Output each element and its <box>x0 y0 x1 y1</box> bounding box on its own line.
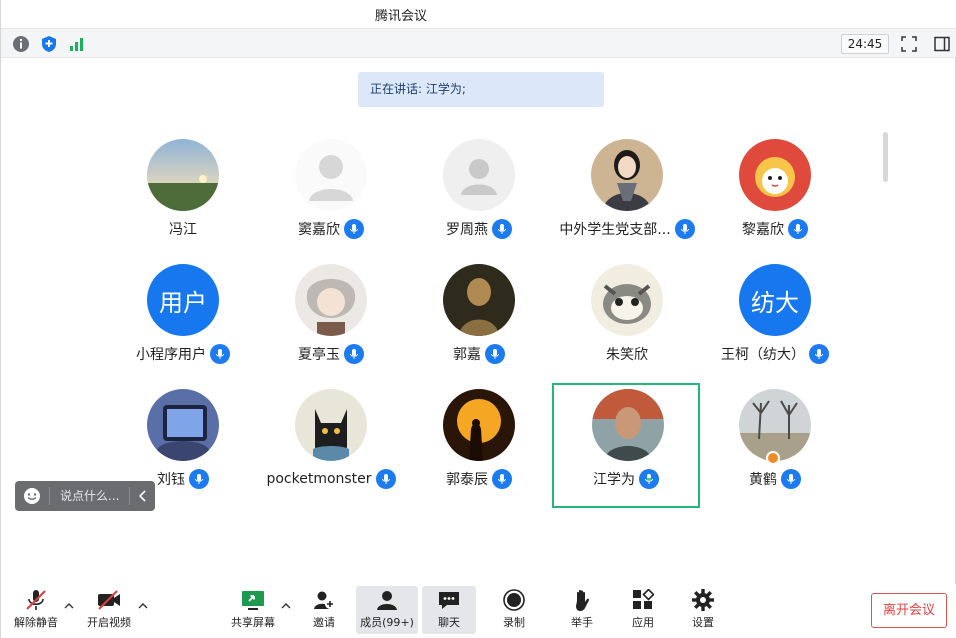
apps-button[interactable]: 应用 <box>622 586 664 634</box>
participant-name: 小程序用户 <box>136 347 206 363</box>
mic-icon <box>674 219 695 239</box>
title-bar: 腾讯会议 <box>1 0 956 28</box>
mic-icon <box>344 344 364 364</box>
unmute-button[interactable]: 解除静音 <box>11 586 61 634</box>
participant-name: 冯江 <box>169 222 197 238</box>
participant-name: 中外学生党支部... <box>559 222 671 238</box>
speaking-indicator: 正在讲话: 江学为; <box>358 72 604 107</box>
raise-hand-button[interactable]: 举手 <box>561 586 603 634</box>
participant-tile[interactable]: 郭嘉 <box>405 264 553 388</box>
fullscreen-icon[interactable] <box>899 34 919 54</box>
share-screen-button[interactable]: 共享屏幕 <box>227 586 279 634</box>
participant-tile[interactable]: 黎嘉欣 <box>701 139 849 263</box>
mic-speaking-icon <box>639 469 659 489</box>
camera-off-icon <box>96 586 122 614</box>
add-user-icon <box>312 586 336 614</box>
participant-name: 黄鹤 <box>749 472 777 488</box>
network-signal-icon[interactable] <box>67 34 87 54</box>
chat-button[interactable]: 聊天 <box>422 586 476 634</box>
avatar: 纺大 <box>739 264 811 336</box>
settings-button[interactable]: 设置 <box>682 586 724 634</box>
mic-icon <box>485 344 505 364</box>
collapse-chevron-icon[interactable] <box>129 487 155 505</box>
mic-icon <box>189 469 209 489</box>
gear-icon <box>691 586 715 614</box>
participant-name: 夏亭玉 <box>298 347 340 363</box>
caret-up-icon[interactable] <box>138 600 148 610</box>
window-title: 腾讯会议 <box>375 9 428 24</box>
info-icon[interactable] <box>11 34 31 54</box>
participant-name: 王柯（纺大） <box>721 347 805 363</box>
avatar <box>147 139 219 211</box>
participant-tile[interactable]: 纺大 王柯（纺大） <box>701 264 849 388</box>
members-button[interactable]: 成员(99+) <box>356 586 418 634</box>
participant-name: 郭嘉 <box>453 347 481 363</box>
chat-input[interactable]: 说点什么... <box>49 487 129 505</box>
participant-name: 刘钰 <box>157 472 185 488</box>
record-icon <box>502 586 526 614</box>
participant-tile[interactable]: 郭泰辰 <box>405 389 553 513</box>
caret-up-icon[interactable] <box>64 600 74 610</box>
mic-muted-icon <box>24 586 48 614</box>
mic-icon <box>492 469 512 489</box>
start-video-button[interactable]: 开启视频 <box>81 586 137 634</box>
meeting-window: 腾讯会议 24:45 正在讲话: 江学为; 冯江 窦嘉欣 罗周燕 中外学生党支部… <box>0 0 956 638</box>
record-button[interactable]: 录制 <box>493 586 535 634</box>
avatar <box>591 139 663 211</box>
avatar <box>147 389 219 461</box>
participant-name: 窦嘉欣 <box>298 222 340 238</box>
mic-icon <box>344 219 364 239</box>
mic-icon <box>788 219 808 239</box>
share-screen-icon <box>241 586 265 614</box>
participant-name: 朱笑欣 <box>606 347 648 363</box>
participant-tile[interactable]: 冯江 <box>109 139 257 263</box>
participant-tile-speaking[interactable]: 江学为 <box>552 383 700 508</box>
chat-bubble-icon <box>437 586 461 614</box>
avatar <box>592 389 664 461</box>
participant-tile[interactable]: 黄鹤 <box>701 389 849 513</box>
participant-tile[interactable]: 朱笑欣 <box>553 264 701 388</box>
participant-name: 罗周燕 <box>446 222 488 238</box>
avatar <box>295 139 367 211</box>
invite-button[interactable]: 邀请 <box>303 586 345 634</box>
mic-icon <box>375 469 396 489</box>
participant-name: 黎嘉欣 <box>742 222 784 238</box>
participant-tile[interactable]: 窦嘉欣 <box>257 139 405 263</box>
avatar <box>443 139 515 211</box>
avatar <box>295 264 367 336</box>
avatar <box>739 139 811 211</box>
participant-name: 郭泰辰 <box>446 472 488 488</box>
quick-chat-bar[interactable]: 说点什么... <box>15 481 155 511</box>
scrollbar-thumb[interactable] <box>883 132 888 182</box>
participant-tile[interactable]: 罗周燕 <box>405 139 553 263</box>
mic-icon <box>210 344 230 364</box>
status-bar: 24:45 <box>1 28 956 58</box>
participant-tile[interactable]: 中外学生党支部... <box>553 139 701 263</box>
caret-up-icon[interactable] <box>281 600 291 610</box>
avatar <box>739 389 811 461</box>
apps-grid-icon <box>632 586 654 614</box>
participant-name: pocketmonster <box>266 471 372 487</box>
participant-name: 江学为 <box>593 472 635 488</box>
participant-tile[interactable]: pocketmonster <box>257 389 405 513</box>
meeting-timer: 24:45 <box>841 34 889 54</box>
leave-meeting-button[interactable]: 离开会议 <box>871 593 947 628</box>
avatar <box>443 389 515 461</box>
participant-tile[interactable]: 用户 小程序用户 <box>109 264 257 388</box>
members-icon <box>375 586 399 614</box>
mic-icon <box>809 344 829 364</box>
participant-tile[interactable]: 夏亭玉 <box>257 264 405 388</box>
host-badge-icon <box>766 451 780 465</box>
mic-icon <box>492 219 512 239</box>
hand-icon <box>571 586 593 614</box>
avatar <box>443 264 515 336</box>
emoji-icon[interactable] <box>15 487 49 505</box>
avatar <box>591 264 663 336</box>
avatar: 用户 <box>147 264 219 336</box>
mic-icon <box>781 469 801 489</box>
security-shield-icon[interactable] <box>39 34 59 54</box>
avatar <box>295 389 367 461</box>
meeting-toolbar: 解除静音 开启视频 共享屏幕 邀请 成员(99+) 聊天 录制 举手 应用 设置 <box>1 584 956 638</box>
side-panel-icon[interactable] <box>932 34 952 54</box>
